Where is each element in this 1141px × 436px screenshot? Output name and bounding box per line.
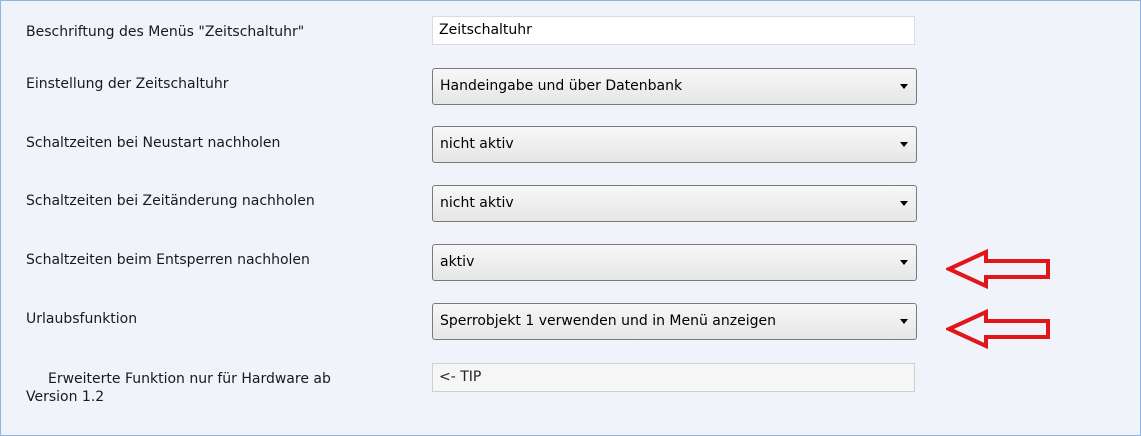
chevron-down-icon [900, 84, 908, 89]
timechange-catchup-label: Schaltzeiten bei Zeitänderung nachholen [26, 193, 315, 209]
timechange-catchup-value: nicht aktiv [440, 195, 514, 211]
tip-field: <- TIP [432, 363, 915, 392]
restart-catchup-value: nicht aktiv [440, 136, 514, 152]
chevron-down-icon [900, 319, 908, 324]
timer-setting-value: Handeingabe und über Datenbank [440, 78, 683, 94]
extended-function-label-line1: Erweiterte Funktion nur für Hardware ab [48, 371, 331, 387]
menu-caption-label: Beschriftung des Menüs "Zeitschaltuhr" [26, 24, 305, 40]
timechange-catchup-select[interactable]: nicht aktiv [432, 185, 917, 222]
left-arrow-icon [946, 249, 1050, 289]
left-arrow-icon [946, 309, 1050, 349]
restart-catchup-label: Schaltzeiten bei Neustart nachholen [26, 135, 281, 151]
vacation-function-value: Sperrobjekt 1 verwenden und in Menü anze… [440, 313, 776, 329]
restart-catchup-select[interactable]: nicht aktiv [432, 126, 917, 163]
chevron-down-icon [900, 260, 908, 265]
vacation-function-select[interactable]: Sperrobjekt 1 verwenden und in Menü anze… [432, 303, 917, 340]
unlock-catchup-value: aktiv [440, 254, 475, 270]
menu-caption-input[interactable]: Zeitschaltuhr [432, 16, 915, 45]
timer-setting-label: Einstellung der Zeitschaltuhr [26, 76, 229, 92]
unlock-catchup-select[interactable]: aktiv [432, 244, 917, 281]
chevron-down-icon [900, 142, 908, 147]
unlock-catchup-label: Schaltzeiten beim Entsperren nachholen [26, 252, 310, 268]
vacation-function-label: Urlaubsfunktion [26, 311, 138, 327]
chevron-down-icon [900, 201, 908, 206]
parameter-panel: Beschriftung des Menüs "Zeitschaltuhr" Z… [0, 0, 1141, 436]
timer-setting-select[interactable]: Handeingabe und über Datenbank [432, 68, 917, 105]
extended-function-label-line2: Version 1.2 [26, 389, 105, 405]
